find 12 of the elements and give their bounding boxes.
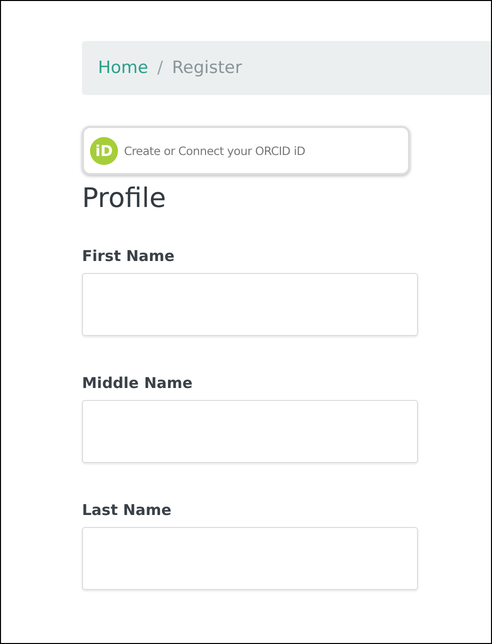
orcid-logo-icon: iD <box>90 136 118 164</box>
field-label: Last Name <box>82 501 172 519</box>
breadcrumb-separator: / <box>157 58 163 78</box>
field-label: First Name <box>82 247 176 265</box>
orcid-button[interactable]: iD Create or Connect your ORCID iD <box>82 126 410 175</box>
breadcrumb-link[interactable]: Home <box>98 58 148 78</box>
input-field[interactable] <box>82 273 418 336</box>
breadcrumb-current: Register <box>172 58 242 78</box>
input-field[interactable] <box>82 400 418 463</box>
section-heading: Profile <box>82 183 167 214</box>
field-label: Middle Name <box>82 374 194 392</box>
input-field[interactable] <box>82 527 418 590</box>
